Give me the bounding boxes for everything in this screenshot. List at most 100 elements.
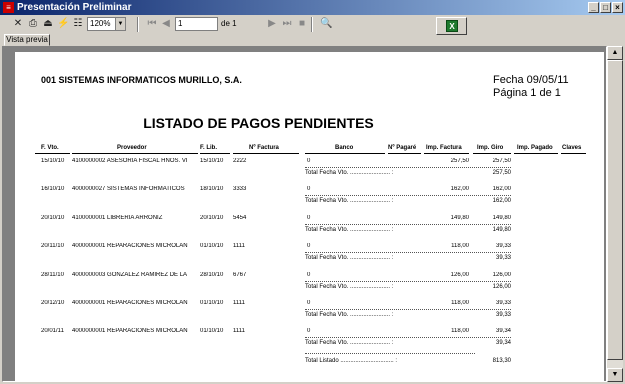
cell-imp-factura: 118,00 [451,328,469,334]
tab-vista-previa[interactable]: Vista previa [4,34,50,46]
cell-imp-factura: 118,00 [451,300,469,306]
cell-fvto: 20/10/10 [41,215,65,221]
cell-factura: 2222 [233,158,247,164]
header-underline [561,153,586,154]
cell-proveedor: 4000000003 GONZALEZ RAMIREZ DE LA [72,272,188,278]
grand-total-rule [305,353,475,354]
cell-banco: 0 [307,158,311,164]
zoom-value: 120% [90,19,111,28]
last-page-icon[interactable]: ⏭ [281,18,293,30]
prev-page-icon[interactable]: ◀ [160,18,172,30]
first-page-icon[interactable]: ⏮ [146,18,158,30]
cell-flib: 20/10/10 [200,215,224,221]
col-header-fvto: F. Vto. [41,145,59,151]
print-icon[interactable]: ⎙ [27,18,39,30]
subtotal-value: 149,80 [492,227,511,233]
cell-factura: 3333 [233,186,247,192]
cell-imp-giro: 126,00 [492,272,511,278]
cell-proveedor: 4000000027 SISTEMAS INFORMATICOS [72,186,185,192]
maximize-button[interactable]: □ [600,2,611,13]
cell-imp-factura: 126,00 [450,272,469,278]
toolbar: ✕ ⎙ ⏏ ⚡ ☷ 120% ▼ ⏮ ◀ 1 de 1 ▶ ⏭ ■ 🔍 [0,15,625,34]
cell-imp-giro: 39,33 [495,300,511,306]
col-header-imp-pagado: Imp. Pagado [517,145,553,151]
toolbar-separator [137,17,139,32]
subtotal-value: 39,33 [495,312,511,318]
col-header-proveedor: Proveedor [117,145,147,151]
close-preview-icon[interactable]: ✕ [12,18,24,30]
scroll-down-icon[interactable]: ▼ [607,368,623,382]
company-name: 001 SISTEMAS INFORMATICOS MURILLO, S.A. [41,75,242,85]
export-excel-button[interactable]: X [436,17,467,35]
scroll-thumb[interactable] [607,60,623,360]
search-icon[interactable]: 🔍 [320,18,332,30]
vertical-scrollbar[interactable]: ▲ ▼ [607,46,623,382]
chevron-down-icon[interactable]: ▼ [115,18,125,30]
subtotal-rule [305,224,511,225]
subtotal-rule [305,252,511,253]
excel-icon: X [446,20,458,32]
report-date: Fecha 09/05/11 [493,74,569,86]
col-header-pagare: Nº Pagaré [388,145,417,151]
subtotal-value: 39,34 [495,340,511,346]
subtotal-label: Total Fecha Vto. .......................… [305,255,394,261]
cell-imp-giro: 149,80 [492,215,511,221]
minimize-button[interactable]: _ [588,2,599,13]
page-count-label: de 1 [221,19,237,28]
header-underline [388,153,421,154]
cell-proveedor: 4100000002 ASESORIA FISCAL HNOS. VI [72,158,188,164]
cell-proveedor: 4000000001 REPARACIONES MICROLAN [72,328,188,334]
cell-imp-giro: 39,33 [495,243,511,249]
header-underline [233,153,299,154]
page-number-input[interactable]: 1 [175,17,218,31]
subtotal-value: 126,00 [492,284,511,290]
export-icon[interactable]: ⏏ [42,18,54,30]
cell-fvto: 16/10/10 [41,186,65,192]
cell-fvto: 20/01/11 [41,328,64,334]
cell-flib: 28/10/10 [200,272,224,278]
col-header-imp-giro: Imp. Giro [477,145,504,151]
cell-banco: 0 [307,186,311,192]
subtotal-rule [305,195,511,196]
toolbar-separator [311,17,313,32]
subtotal-label: Total Fecha Vto. .......................… [305,340,394,346]
cell-imp-giro: 257,50 [492,158,511,164]
close-window-button[interactable]: × [612,2,623,13]
cell-banco: 0 [307,272,311,278]
lightning-icon[interactable]: ⚡ [57,18,69,30]
subtotal-value: 39,33 [495,255,511,261]
next-page-icon[interactable]: ▶ [266,18,278,30]
subtotal-label: Total Fecha Vto. .......................… [305,198,394,204]
subtotal-label: Total Fecha Vto. .......................… [305,227,394,233]
cell-flib: 01/10/10 [200,300,224,306]
subtotal-label: Total Fecha Vto. .......................… [305,170,394,176]
cell-proveedor: 4000000001 REPARACIONES MICROLAN [72,243,188,249]
grand-total-label: Total Listado ..........................… [305,358,398,364]
cell-banco: 0 [307,243,311,249]
cell-imp-factura: 118,00 [451,243,469,249]
cell-factura: 6767 [233,272,247,278]
header-underline [35,153,70,154]
scroll-up-icon[interactable]: ▲ [607,46,623,60]
cell-fvto: 28/11/10 [41,272,64,278]
cell-imp-factura: 257,50 [450,158,469,164]
subtotal-label: Total Fecha Vto. .......................… [305,284,394,290]
cell-banco: 0 [307,215,311,221]
zoom-select[interactable]: 120% ▼ [87,17,126,31]
cell-imp-giro: 39,34 [495,328,511,334]
subtotal-rule [305,281,511,282]
stop-icon[interactable]: ■ [296,18,308,30]
col-header-factura: Nº Factura [249,145,279,151]
tree-icon[interactable]: ☷ [72,18,84,30]
grand-total-value: 813,30 [492,358,511,364]
tab-row: Vista previa [0,34,625,46]
cell-proveedor: 4000000001 REPARACIONES MICROLAN [72,300,188,306]
col-header-imp-factura: Imp. Factura [426,145,462,151]
cell-fvto: 20/11/10 [41,243,64,249]
cell-flib: 01/10/10 [200,328,224,334]
cell-factura: 1111 [233,328,246,334]
cell-imp-factura: 162,00 [450,186,469,192]
report-title: LISTADO DE PAGOS PENDIENTES [143,115,374,131]
header-underline [305,153,385,154]
cell-factura: 5454 [233,215,247,221]
